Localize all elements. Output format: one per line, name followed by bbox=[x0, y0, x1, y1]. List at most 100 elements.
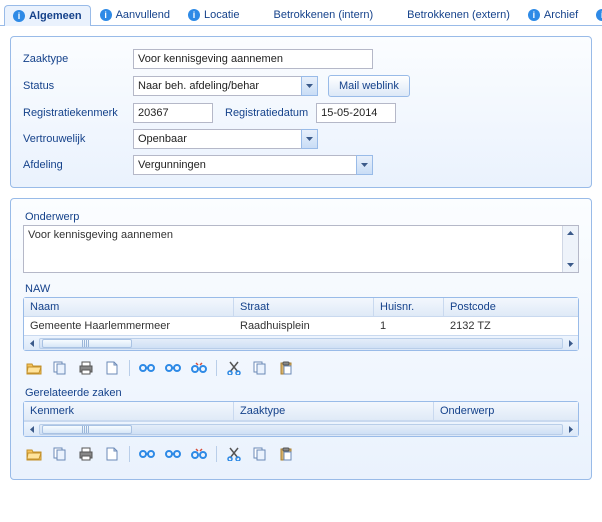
unlink-icon[interactable] bbox=[190, 445, 208, 463]
info-icon: i bbox=[596, 9, 602, 21]
app-window: i Algemeen i Aanvullend i Locatie i Betr… bbox=[0, 0, 602, 522]
label-reg-kenmerk: Registratiekenmerk bbox=[23, 107, 133, 119]
info-icon: i bbox=[528, 9, 540, 21]
col-zaaktype[interactable]: Zaaktype bbox=[234, 402, 434, 420]
cell-straat: Raadhuisplein bbox=[234, 317, 374, 335]
detail-panel: Onderwerp Voor kennisgeving aannemen NAW… bbox=[10, 198, 592, 480]
naw-grid-header: Naam Straat Huisnr. Postcode bbox=[24, 298, 578, 317]
chevron-left-icon[interactable] bbox=[24, 422, 39, 437]
vertrouwelijk-combo[interactable] bbox=[133, 129, 318, 149]
tab-label: Archief bbox=[544, 9, 578, 21]
gerelateerd-grid-header: Kenmerk Zaaktype Onderwerp bbox=[24, 402, 578, 421]
chevron-left-icon[interactable] bbox=[24, 336, 39, 351]
tab-betrokkenen-intern[interactable]: i Betrokkenen (intern) bbox=[249, 4, 383, 25]
label-reg-datum: Registratiedatum bbox=[225, 107, 308, 119]
col-onderwerp[interactable]: Onderwerp bbox=[434, 402, 578, 420]
reg-datum-input[interactable] bbox=[316, 103, 396, 123]
col-straat[interactable]: Straat bbox=[234, 298, 374, 316]
chevron-down-icon[interactable] bbox=[356, 155, 373, 175]
row-vertrouwelijk: Vertrouwelijk bbox=[23, 129, 579, 149]
print-icon[interactable] bbox=[77, 359, 95, 377]
afdeling-input[interactable] bbox=[133, 155, 356, 175]
vertrouwelijk-input[interactable] bbox=[133, 129, 301, 149]
separator bbox=[129, 360, 130, 376]
chevron-down-icon[interactable] bbox=[563, 258, 578, 272]
col-huisnr[interactable]: Huisnr. bbox=[374, 298, 444, 316]
scroll-thumb[interactable] bbox=[42, 339, 132, 348]
tab-bar: i Algemeen i Aanvullend i Locatie i Betr… bbox=[0, 0, 602, 26]
chevron-right-icon[interactable] bbox=[563, 422, 578, 437]
label-zaaktype: Zaaktype bbox=[23, 53, 133, 65]
link-icon[interactable] bbox=[164, 445, 182, 463]
link-icon[interactable] bbox=[138, 445, 156, 463]
tab-aanvullend[interactable]: i Aanvullend bbox=[91, 4, 179, 25]
link-icon[interactable] bbox=[164, 359, 182, 377]
print-icon[interactable] bbox=[77, 445, 95, 463]
onderwerp-value: Voor kennisgeving aannemen bbox=[24, 226, 562, 272]
chevron-right-icon[interactable] bbox=[563, 336, 578, 351]
unlink-icon[interactable] bbox=[190, 359, 208, 377]
row-registratie: Registratiekenmerk Registratiedatum bbox=[23, 103, 579, 123]
copy-icon[interactable] bbox=[51, 359, 69, 377]
scrollbar-horizontal[interactable] bbox=[24, 335, 578, 350]
info-icon: i bbox=[13, 10, 25, 22]
mail-weblink-button[interactable]: Mail weblink bbox=[328, 75, 410, 97]
status-input[interactable] bbox=[133, 76, 301, 96]
tab-archief[interactable]: i Archief bbox=[519, 4, 587, 25]
label-gerelateerd: Gerelateerde zaken bbox=[25, 387, 579, 399]
cut-icon[interactable] bbox=[225, 445, 243, 463]
onderwerp-textarea[interactable]: Voor kennisgeving aannemen bbox=[23, 225, 579, 273]
chevron-up-icon[interactable] bbox=[563, 226, 578, 240]
tab-algemeen[interactable]: i Algemeen bbox=[4, 5, 91, 26]
separator bbox=[129, 446, 130, 462]
folder-open-icon[interactable] bbox=[25, 445, 43, 463]
label-naw: NAW bbox=[25, 283, 579, 295]
tab-label: Betrokkenen (intern) bbox=[274, 9, 374, 21]
label-onderwerp: Onderwerp bbox=[25, 211, 579, 223]
info-icon: i bbox=[100, 9, 112, 21]
form-panel: Zaaktype Status Mail weblink Registratie… bbox=[10, 36, 592, 188]
naw-toolbar bbox=[23, 353, 579, 379]
document-icon[interactable] bbox=[103, 359, 121, 377]
scrollbar-vertical[interactable] bbox=[562, 226, 578, 272]
cell-naam: Gemeente Haarlemmermeer bbox=[24, 317, 234, 335]
col-naam[interactable]: Naam bbox=[24, 298, 234, 316]
cut-icon[interactable] bbox=[225, 359, 243, 377]
col-kenmerk[interactable]: Kenmerk bbox=[24, 402, 234, 420]
scrollbar-horizontal[interactable] bbox=[24, 421, 578, 436]
tab-panel-algemeen: Zaaktype Status Mail weblink Registratie… bbox=[0, 26, 602, 500]
separator bbox=[216, 446, 217, 462]
reg-kenmerk-input[interactable] bbox=[133, 103, 213, 123]
info-icon: i bbox=[188, 9, 200, 21]
tab-overig[interactable]: i Overig bbox=[587, 4, 602, 25]
status-combo[interactable] bbox=[133, 76, 318, 96]
link-icon[interactable] bbox=[138, 359, 156, 377]
zaaktype-input[interactable] bbox=[133, 49, 373, 69]
table-row[interactable]: Gemeente Haarlemmermeer Raadhuisplein 1 … bbox=[24, 317, 578, 335]
copy-icon[interactable] bbox=[251, 445, 269, 463]
row-status: Status Mail weblink bbox=[23, 75, 579, 97]
chevron-down-icon[interactable] bbox=[301, 129, 318, 149]
document-icon[interactable] bbox=[103, 445, 121, 463]
chevron-down-icon[interactable] bbox=[301, 76, 318, 96]
paste-icon[interactable] bbox=[277, 445, 295, 463]
scroll-thumb[interactable] bbox=[42, 425, 132, 434]
afdeling-combo[interactable] bbox=[133, 155, 373, 175]
tab-betrokkenen-extern[interactable]: i Betrokkenen (extern) bbox=[382, 4, 519, 25]
tab-locatie[interactable]: i Locatie bbox=[179, 4, 248, 25]
cell-postcode: 2132 TZ bbox=[444, 317, 578, 335]
paste-icon[interactable] bbox=[277, 359, 295, 377]
copy-icon[interactable] bbox=[51, 445, 69, 463]
gerelateerd-grid: Kenmerk Zaaktype Onderwerp bbox=[23, 401, 579, 437]
copy-icon[interactable] bbox=[251, 359, 269, 377]
scroll-track[interactable] bbox=[39, 424, 563, 435]
label-vertrouwelijk: Vertrouwelijk bbox=[23, 133, 133, 145]
scroll-track[interactable] bbox=[39, 338, 563, 349]
tab-label: Betrokkenen (extern) bbox=[407, 9, 510, 21]
cell-huisnr: 1 bbox=[374, 317, 444, 335]
label-status: Status bbox=[23, 80, 133, 92]
col-postcode[interactable]: Postcode bbox=[444, 298, 578, 316]
naw-grid: Naam Straat Huisnr. Postcode Gemeente Ha… bbox=[23, 297, 579, 351]
folder-open-icon[interactable] bbox=[25, 359, 43, 377]
row-zaaktype: Zaaktype bbox=[23, 49, 579, 69]
